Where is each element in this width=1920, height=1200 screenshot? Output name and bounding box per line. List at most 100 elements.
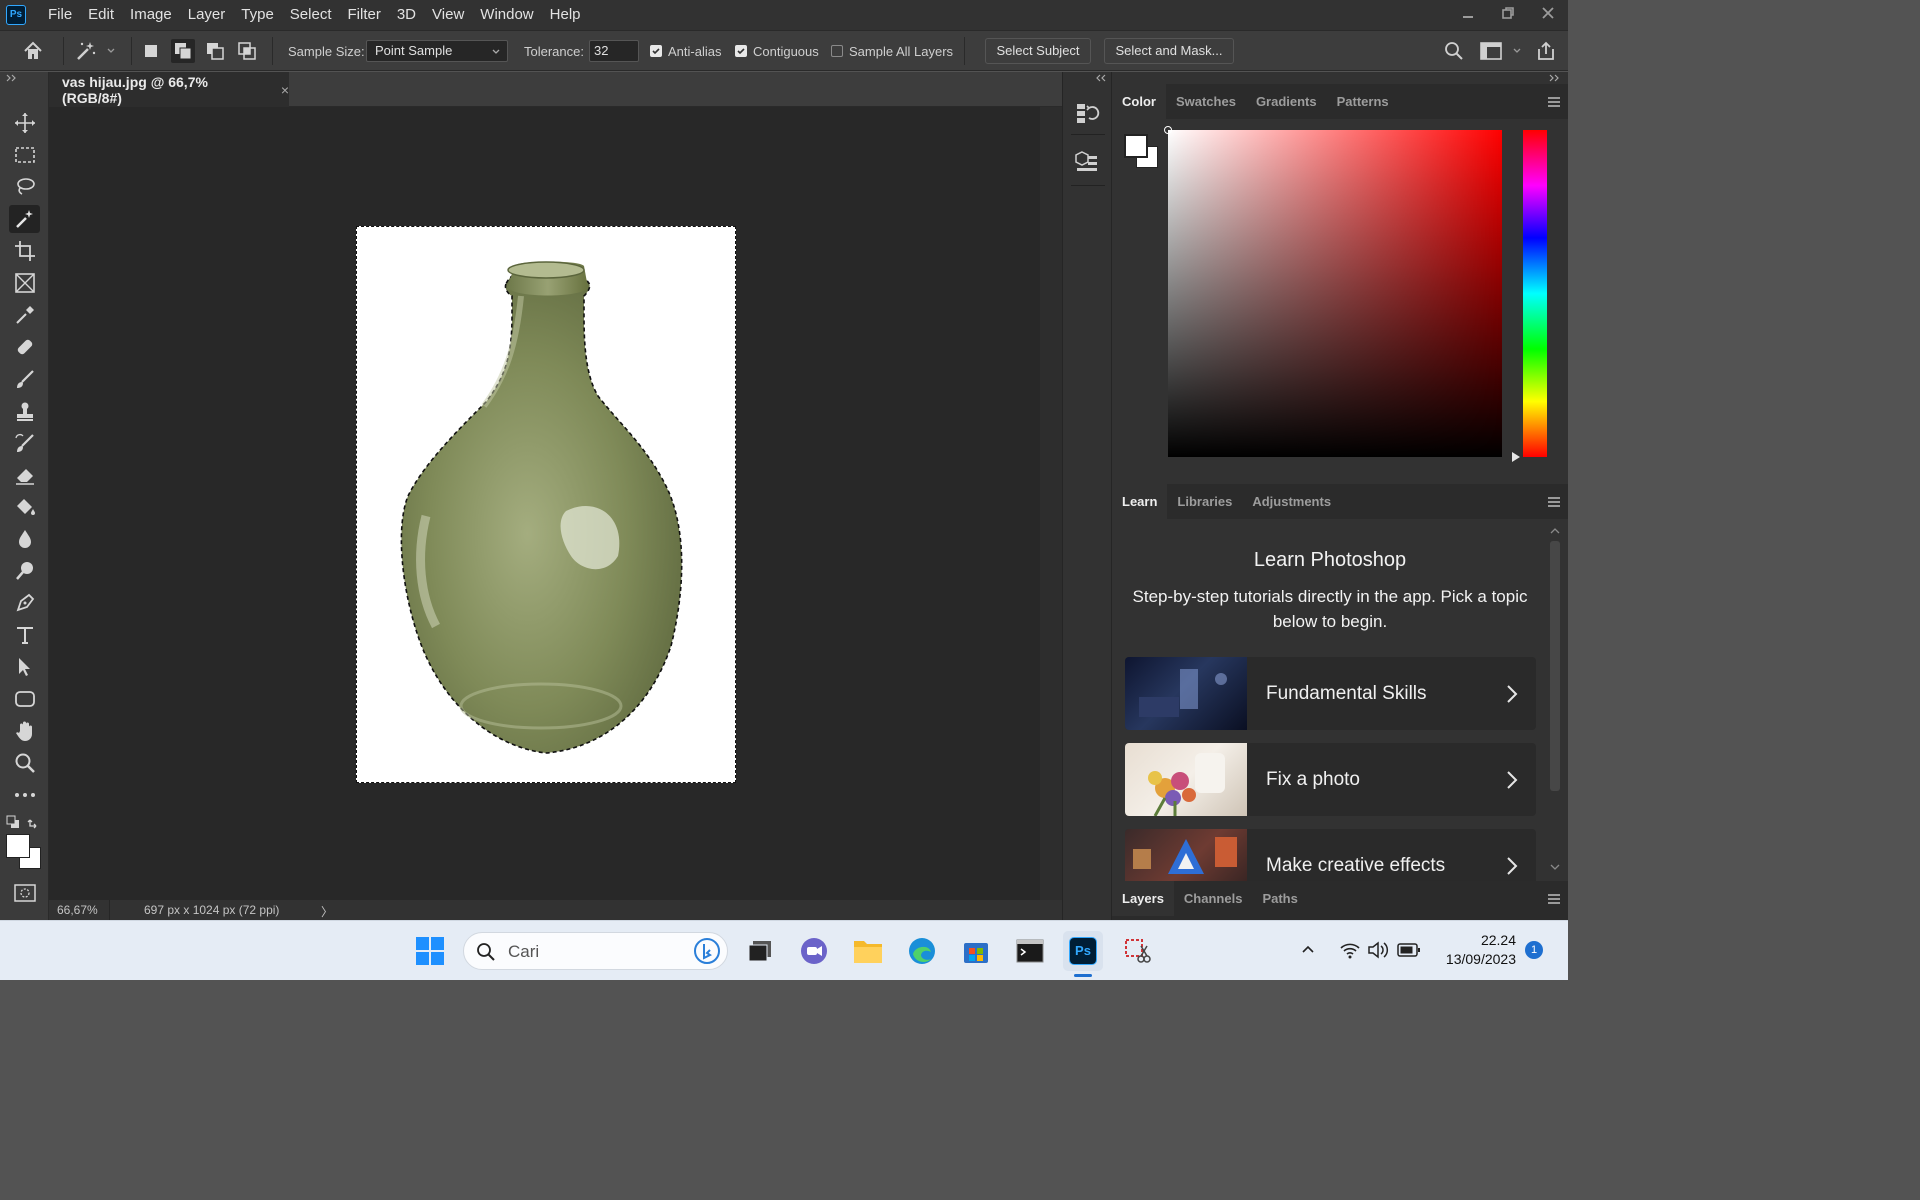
menu-3d[interactable]: 3D [389, 0, 424, 30]
healing-tool[interactable] [9, 333, 40, 361]
crop-tool[interactable] [9, 237, 40, 265]
paint-bucket-tool[interactable] [9, 493, 40, 521]
sample-all-layers-checkbox[interactable]: Sample All Layers [831, 31, 953, 71]
task-view-button[interactable] [740, 931, 780, 971]
panel-color-swatches[interactable] [1124, 134, 1160, 170]
learn-scroll-thumb[interactable] [1550, 541, 1560, 791]
color-panel-menu-icon[interactable] [1548, 97, 1560, 109]
history-panel-button[interactable] [1074, 100, 1100, 126]
notification-badge[interactable]: 1 [1525, 941, 1543, 959]
tab-channels[interactable]: Channels [1174, 881, 1253, 916]
eyedropper-tool[interactable] [9, 301, 40, 329]
subtract-selection-button[interactable] [203, 39, 227, 63]
color-picker-cursor[interactable] [1164, 126, 1172, 134]
anti-alias-checkbox[interactable]: Anti-alias [650, 31, 721, 71]
tab-learn[interactable]: Learn [1112, 484, 1168, 519]
menu-type[interactable]: Type [233, 0, 282, 30]
intersect-selection-button[interactable] [235, 39, 259, 63]
chat-button[interactable] [794, 931, 834, 971]
tab-layers[interactable]: Layers [1112, 881, 1174, 916]
more-tools-button[interactable] [9, 781, 40, 809]
frame-tool[interactable] [9, 269, 40, 297]
status-menu-arrow[interactable]: 〉 [321, 903, 333, 920]
menu-image[interactable]: Image [122, 0, 180, 30]
clock[interactable]: 22.24 13/09/2023 [1430, 932, 1516, 967]
hue-slider-handle[interactable] [1512, 452, 1520, 462]
hand-tool[interactable] [9, 717, 40, 745]
learn-card-creative-effects[interactable]: Make creative effects [1125, 829, 1536, 881]
learn-panel-menu-icon[interactable] [1548, 497, 1560, 509]
zoom-level[interactable]: 66,67% [57, 903, 98, 917]
menu-view[interactable]: View [424, 0, 472, 30]
taskbar-search-box[interactable]: Cari [463, 932, 728, 970]
document-tab[interactable]: vas hijau.jpg @ 66,7% (RGB/8#) × [49, 72, 289, 107]
snipping-tool-button[interactable] [1117, 931, 1157, 971]
quick-mask-button[interactable] [14, 884, 36, 902]
collapse-dock-icon[interactable] [1549, 74, 1561, 82]
tab-color[interactable]: Color [1112, 84, 1166, 119]
tab-paths[interactable]: Paths [1252, 881, 1307, 916]
saturation-brightness-field[interactable] [1164, 126, 1502, 457]
tab-swatches[interactable]: Swatches [1166, 84, 1246, 119]
blur-tool[interactable] [9, 525, 40, 553]
document-image[interactable] [356, 226, 736, 783]
pen-tool[interactable] [9, 589, 40, 617]
sample-size-select[interactable]: Point Sample [366, 40, 508, 62]
menu-layer[interactable]: Layer [180, 0, 234, 30]
home-button[interactable] [22, 31, 44, 71]
hue-slider[interactable] [1523, 130, 1547, 457]
close-window-button[interactable] [1528, 0, 1568, 26]
search-button[interactable] [1444, 31, 1464, 71]
learn-card-fix-a-photo[interactable]: Fix a photo [1125, 743, 1536, 816]
photoshop-taskbar-button[interactable]: Ps [1063, 931, 1103, 971]
lasso-tool[interactable] [9, 173, 40, 201]
tab-gradients[interactable]: Gradients [1246, 84, 1327, 119]
tolerance-input[interactable]: 32 [589, 40, 639, 62]
close-tab-icon[interactable]: × [281, 82, 289, 98]
layers-panel-menu-icon[interactable] [1548, 894, 1560, 906]
brush-tool[interactable] [9, 365, 40, 393]
tool-preset-picker[interactable] [74, 31, 116, 71]
marquee-tool[interactable] [9, 141, 40, 169]
learn-card-fundamental-skills[interactable]: Fundamental Skills [1125, 657, 1536, 730]
history-brush-tool[interactable] [9, 429, 40, 457]
tab-patterns[interactable]: Patterns [1327, 84, 1399, 119]
edge-browser-button[interactable] [902, 931, 942, 971]
canvas-scrollbar[interactable] [1040, 107, 1062, 900]
canvas-area[interactable] [49, 107, 1040, 900]
foreground-color-swatch[interactable] [6, 834, 30, 858]
menu-help[interactable]: Help [542, 0, 589, 30]
stamp-tool[interactable] [9, 397, 40, 425]
new-selection-button[interactable] [139, 39, 163, 63]
panel-foreground-swatch[interactable] [1124, 134, 1148, 158]
start-button[interactable] [410, 931, 450, 971]
wifi-button[interactable] [1339, 940, 1361, 960]
tab-libraries[interactable]: Libraries [1167, 484, 1242, 519]
dodge-tool[interactable] [9, 557, 40, 585]
learn-scrollbar[interactable] [1548, 525, 1562, 875]
add-to-selection-button[interactable] [171, 39, 195, 63]
restore-button[interactable] [1488, 0, 1528, 26]
magic-wand-tool[interactable] [9, 205, 40, 233]
file-explorer-button[interactable] [848, 931, 888, 971]
select-subject-button[interactable]: Select Subject [985, 38, 1091, 64]
path-selection-tool[interactable] [9, 653, 40, 681]
contiguous-checkbox[interactable]: Contiguous [735, 31, 819, 71]
terminal-button[interactable] [1010, 931, 1050, 971]
zoom-tool[interactable] [9, 749, 40, 777]
store-button[interactable] [956, 931, 996, 971]
minimize-button[interactable] [1448, 0, 1488, 26]
show-hidden-icons-button[interactable] [1300, 941, 1316, 957]
menu-select[interactable]: Select [282, 0, 340, 30]
default-colors-button[interactable] [6, 815, 20, 829]
select-and-mask-button[interactable]: Select and Mask... [1104, 38, 1234, 64]
shape-tool[interactable] [9, 685, 40, 713]
eraser-tool[interactable] [9, 461, 40, 489]
tab-adjustments[interactable]: Adjustments [1242, 484, 1341, 519]
battery-button[interactable] [1397, 942, 1421, 958]
volume-button[interactable] [1367, 940, 1389, 960]
menu-filter[interactable]: Filter [340, 0, 389, 30]
menu-window[interactable]: Window [472, 0, 541, 30]
swap-colors-button[interactable] [27, 815, 41, 829]
collapse-toolbar-icon[interactable] [6, 74, 18, 82]
